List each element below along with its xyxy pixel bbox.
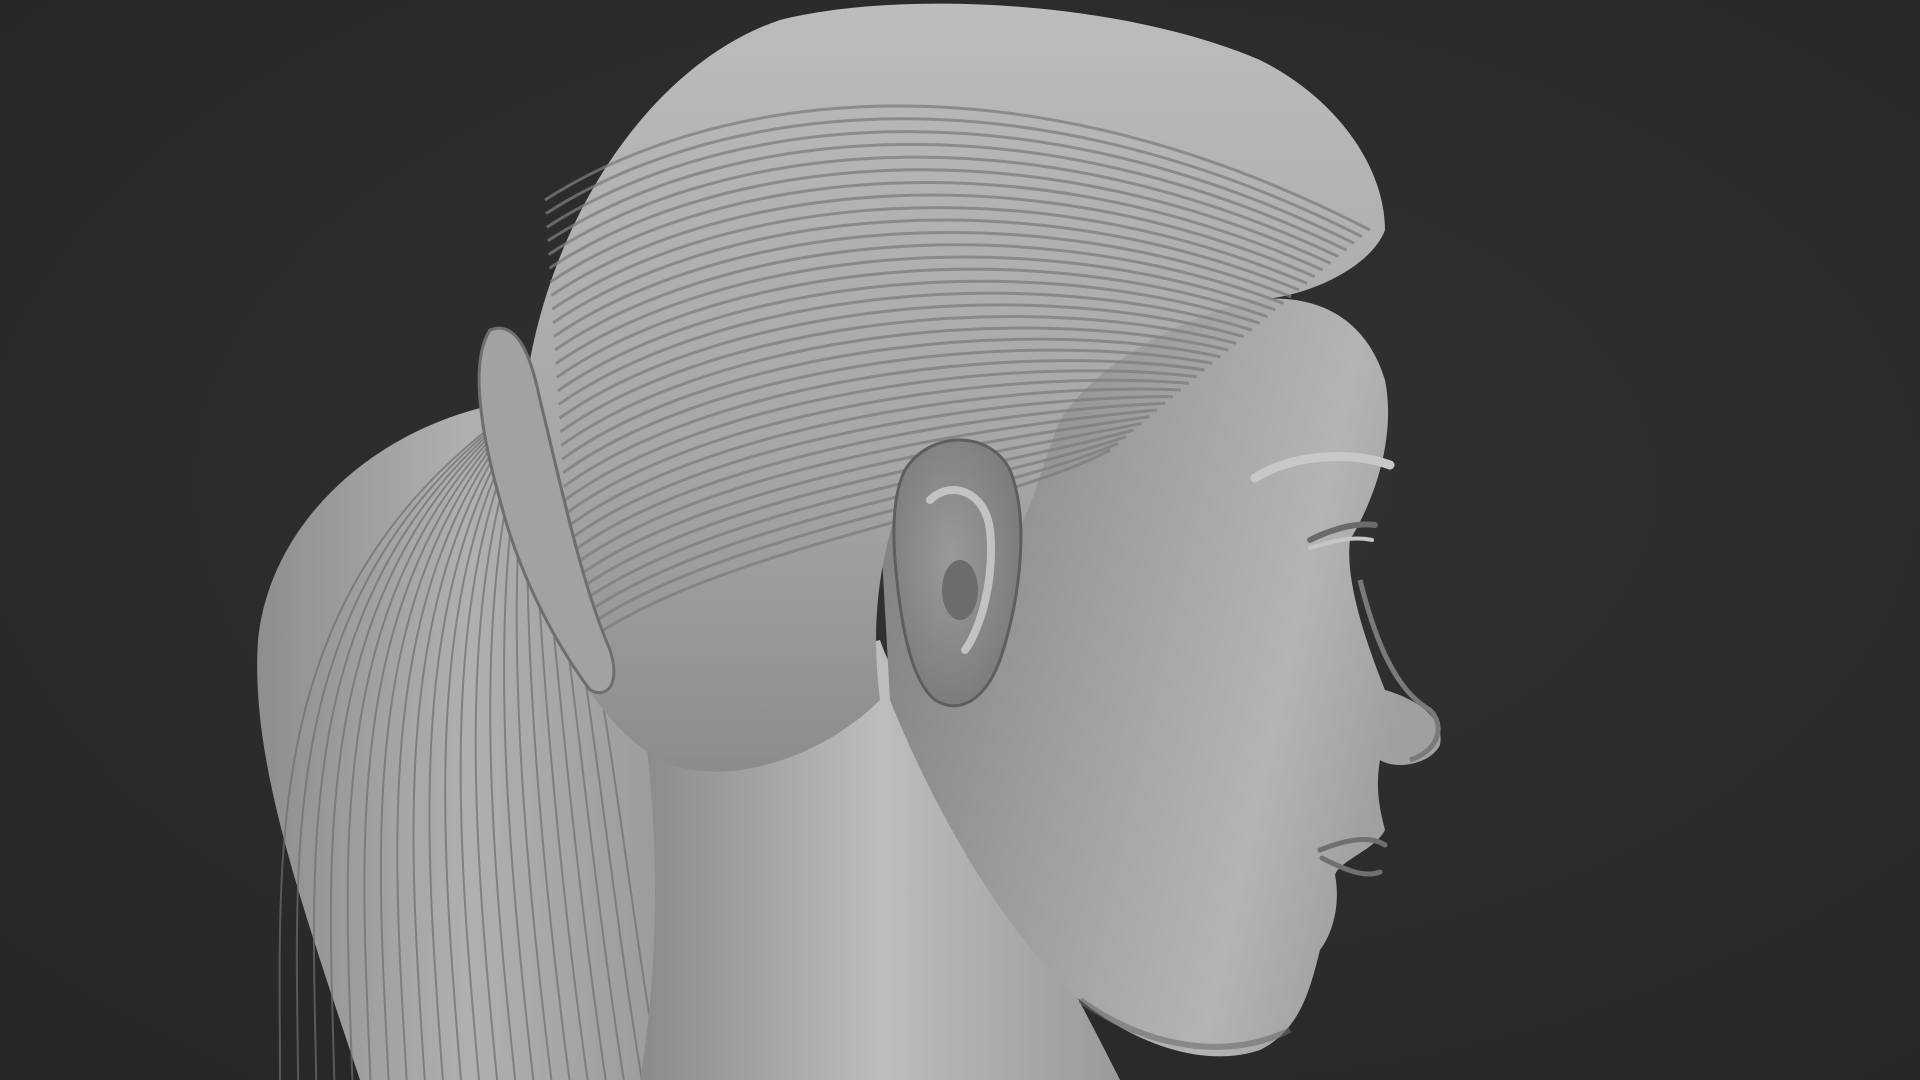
sculpt-viewport[interactable] bbox=[0, 0, 1920, 1080]
sculpt-render bbox=[257, 3, 1441, 1080]
